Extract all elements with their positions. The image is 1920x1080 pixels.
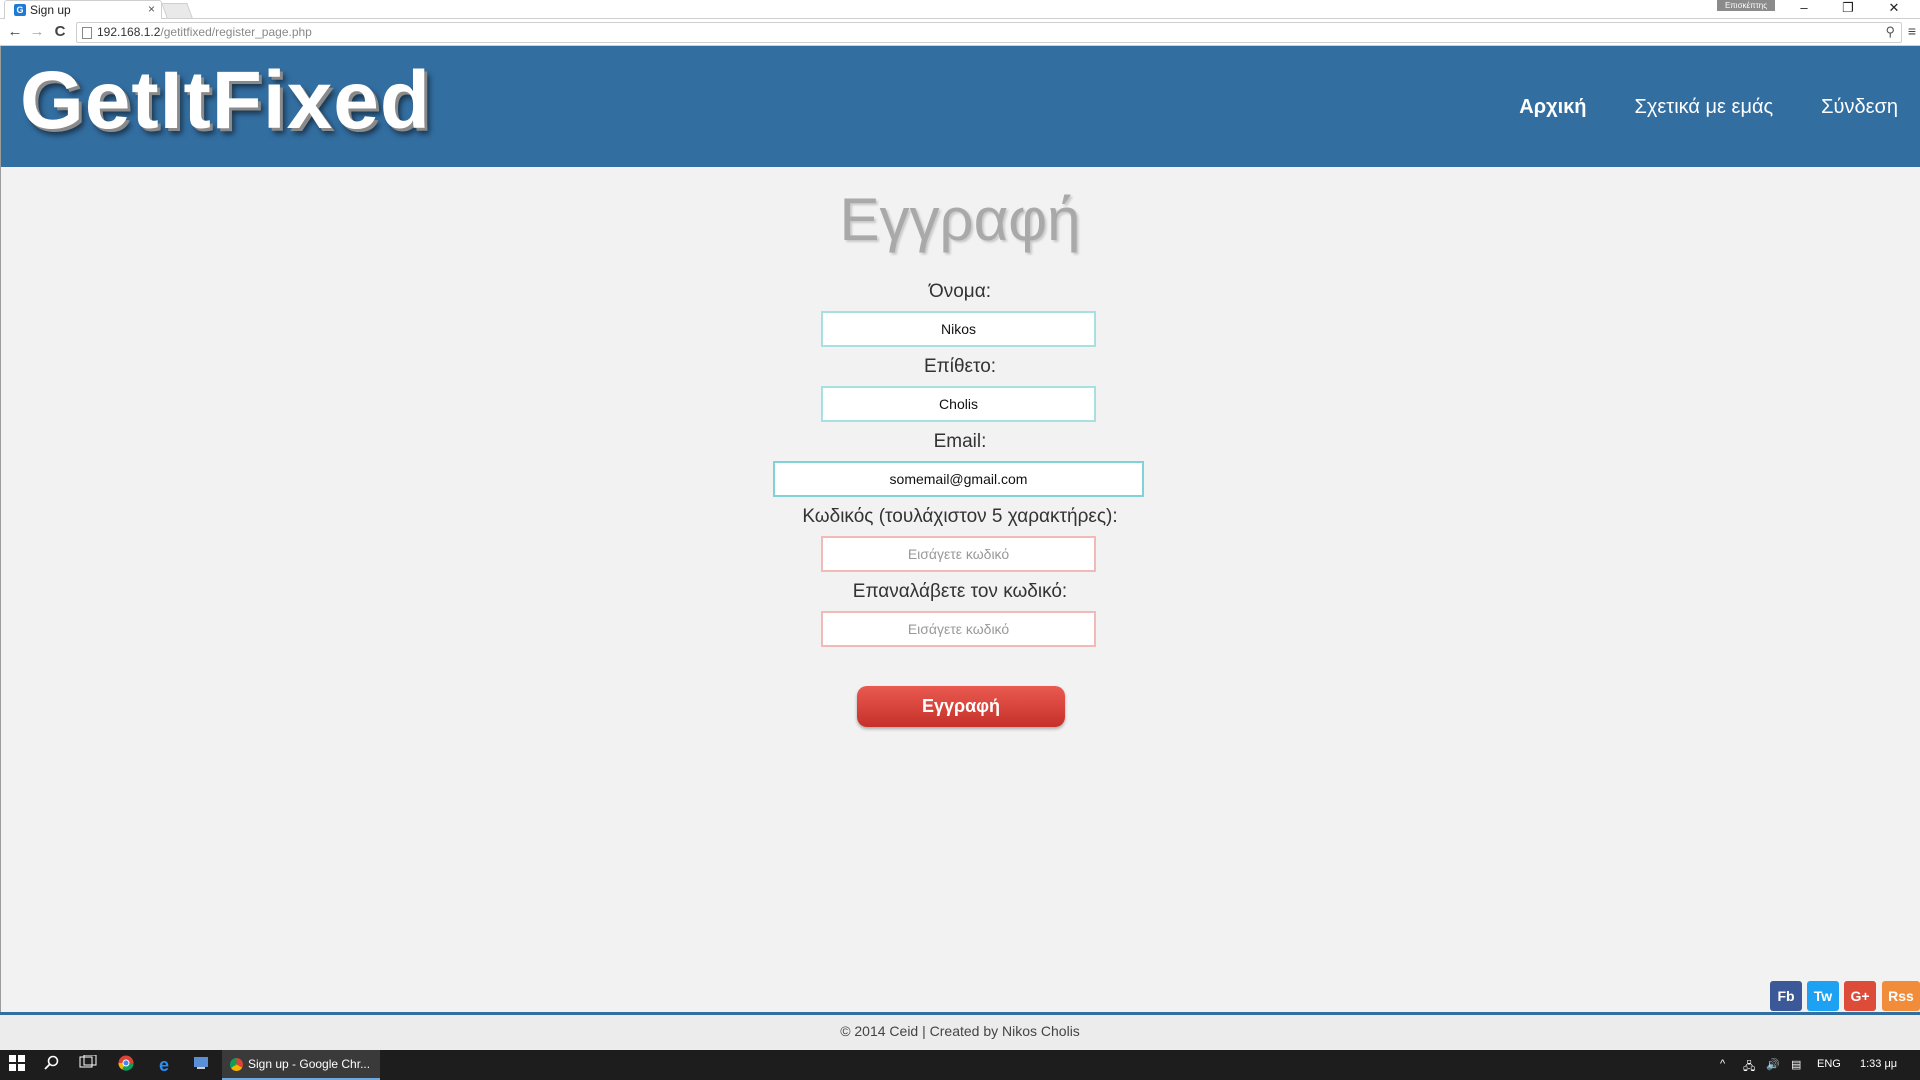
edge-icon[interactable]: e xyxy=(154,1055,174,1075)
password-label: Κωδικός (τουλάχιστον 5 χαρακτήρες): xyxy=(802,506,1118,527)
main-nav: Αρχική Σχετικά με εμάς Σύνδεση xyxy=(1519,96,1898,119)
notifications-icon[interactable]: ▤ xyxy=(1791,1058,1801,1071)
language-indicator[interactable]: ENG xyxy=(1817,1058,1841,1070)
task-view-icon[interactable] xyxy=(78,1054,98,1075)
app-icon[interactable] xyxy=(191,1055,211,1075)
browser-tab[interactable]: G Sign up × xyxy=(4,0,162,19)
browser-tabstrip: G Sign up × Επισκέπτης – ❐ ✕ xyxy=(0,0,1920,19)
browser-toolbar: ← → C 192.168.1.2/getitfixed/register_pa… xyxy=(0,19,1920,46)
password-repeat-label: Επαναλάβετε τον κωδικό: xyxy=(852,581,1068,602)
rss-button[interactable]: Rss xyxy=(1882,981,1920,1011)
network-icon[interactable]: 🖧 xyxy=(1743,1058,1755,1077)
tab-close-icon[interactable]: × xyxy=(148,2,155,16)
volume-icon[interactable]: 🔊 xyxy=(1766,1058,1780,1071)
chrome-icon[interactable] xyxy=(116,1055,136,1075)
last-name-label: Επίθετο: xyxy=(923,356,997,377)
url-host: 192.168.1.2 xyxy=(97,25,161,39)
last-name-input[interactable] xyxy=(821,386,1096,422)
password-input[interactable] xyxy=(821,536,1096,572)
forward-arrow-icon[interactable]: → xyxy=(28,23,46,41)
clock[interactable]: 1:33 μμ xyxy=(1860,1058,1897,1070)
page-title: Εγγραφή xyxy=(839,186,1081,253)
search-icon[interactable] xyxy=(42,1055,62,1075)
twitter-button[interactable]: Tw xyxy=(1807,981,1839,1011)
browser-menu-icon[interactable]: ≡ xyxy=(1908,23,1916,39)
zoom-icon[interactable]: ⚲ xyxy=(1885,24,1895,40)
reload-icon[interactable]: C xyxy=(51,23,69,41)
google-plus-button[interactable]: G+ xyxy=(1844,981,1876,1011)
password-repeat-input[interactable] xyxy=(821,611,1096,647)
profile-badge[interactable]: Επισκέπτης xyxy=(1717,0,1775,11)
back-arrow-icon[interactable]: ← xyxy=(6,23,24,41)
nav-about-link[interactable]: Σχετικά με εμάς xyxy=(1635,96,1774,119)
url-text[interactable]: 192.168.1.2/getitfixed/register_page.php xyxy=(97,25,312,39)
nav-home-link[interactable]: Αρχική xyxy=(1519,96,1586,119)
page-icon xyxy=(82,27,92,39)
first-name-label: Όνομα: xyxy=(929,281,991,302)
address-bar[interactable]: 192.168.1.2/getitfixed/register_page.php… xyxy=(76,22,1902,43)
site-favicon-icon: G xyxy=(14,4,26,16)
register-button[interactable]: Εγγραφή xyxy=(857,686,1065,727)
nav-login-link[interactable]: Σύνδεση xyxy=(1821,96,1898,119)
restore-button[interactable]: ❐ xyxy=(1830,0,1866,16)
site-footer: © 2014 Ceid | Created by Nikos Cholis xyxy=(0,1012,1920,1052)
minimize-button[interactable]: – xyxy=(1786,0,1822,16)
site-logo[interactable]: GetItFixed xyxy=(20,54,431,148)
new-tab-button[interactable] xyxy=(161,3,193,18)
taskbar-chrome-task[interactable]: Sign up - Google Chr... xyxy=(222,1050,380,1080)
taskbar-task-label: Sign up - Google Chr... xyxy=(248,1057,371,1071)
chrome-task-icon xyxy=(230,1058,243,1071)
taskbar: e Sign up - Google Chr... ^ 🖧 🔊 ▤ ENG 1:… xyxy=(0,1050,1920,1080)
site-header: GetItFixed Αρχική Σχετικά με εμάς Σύνδεσ… xyxy=(0,46,1920,167)
email-input[interactable] xyxy=(773,461,1144,497)
url-path: /getitfixed/register_page.php xyxy=(160,25,312,39)
show-hidden-icons-icon[interactable]: ^ xyxy=(1720,1058,1725,1070)
window-close-button[interactable]: ✕ xyxy=(1876,0,1912,16)
footer-text: © 2014 Ceid | Created by Nikos Cholis xyxy=(840,1023,1080,1039)
windows-start-icon[interactable] xyxy=(7,1055,27,1075)
facebook-button[interactable]: Fb xyxy=(1770,981,1802,1011)
email-label: Email: xyxy=(933,431,987,452)
tab-title: Sign up xyxy=(30,3,71,17)
first-name-input[interactable] xyxy=(821,311,1096,347)
